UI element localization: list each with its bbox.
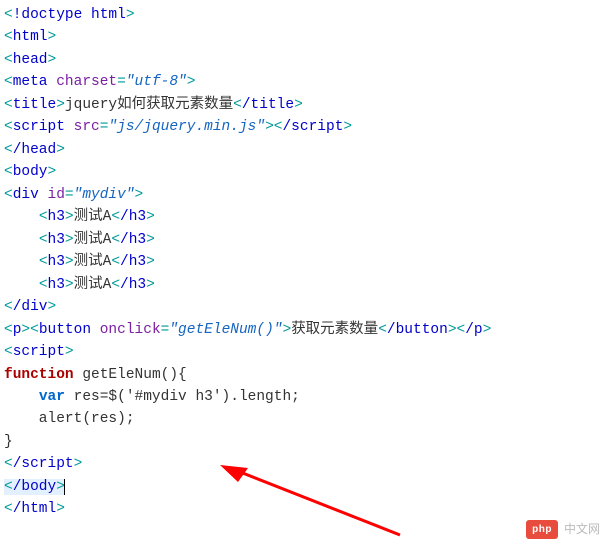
code-line: <p><button onclick="getEleNum()">获取元素数量<… [4,319,606,341]
tag-h3-open: h3 [48,254,65,270]
attr-onclick: onclick [100,322,161,338]
code-line: <body> [4,161,606,183]
code-line: <h3>测试A</h3> [4,251,606,273]
tag-h3-close: /h3 [120,277,146,293]
h3-text: 测试A [74,209,112,225]
code-line: <script src="js/jquery.min.js"></script> [4,116,606,138]
code-line: <meta charset="utf-8"> [4,71,606,93]
tag-body-open: body [13,164,48,180]
code-line: <!doctype html> [4,4,606,26]
tag-h3-close: /h3 [120,232,146,248]
attr-charset: charset [56,74,117,90]
function-name: getEleNum(){ [74,367,187,383]
keyword-function: function [4,367,74,383]
tag-script-close: /script [13,456,74,472]
tag-p-close: /p [465,322,482,338]
tag-h3-open: h3 [48,232,65,248]
tag-head-open: head [13,52,48,68]
tag-title-open: title [13,97,57,113]
tag-div-open: div [13,187,39,203]
code-line-active: </body> [4,476,606,498]
tag-button-close: /button [387,322,448,338]
h3-text: 测试A [74,232,112,248]
code-line: function getEleNum(){ [4,364,606,386]
attr-src: src [74,119,100,135]
code-line: <h3>测试A</h3> [4,274,606,296]
tag-h3-open: h3 [48,277,65,293]
tag-h3-close: /h3 [120,254,146,270]
code-line: <html> [4,26,606,48]
val-charset: "utf-8" [126,74,187,90]
button-text: 获取元素数量 [291,322,378,338]
code-line: <h3>测试A</h3> [4,229,606,251]
val-id: "mydiv" [74,187,135,203]
code-line: <script> [4,341,606,363]
tag-html-open: html [13,29,48,45]
var-assignment: res=$('#mydiv h3').length; [65,389,300,405]
code-line: </head> [4,139,606,161]
code-line: </script> [4,453,606,475]
tag-script-open: script [13,344,65,360]
code-line: <title>jquery如何获取元素数量</title> [4,94,606,116]
tag-button-open: button [39,322,91,338]
tag-html-close: /html [13,501,57,517]
tag-div-close: /div [13,299,48,315]
doctype: !doctype html [13,7,126,23]
watermark: php 中文网 [526,520,600,540]
code-line: <head> [4,49,606,71]
code-line: var res=$('#mydiv h3').length; [4,386,606,408]
tag-meta: meta [13,74,48,90]
tag-title-close: /title [242,97,294,113]
tag-h3-close: /h3 [120,209,146,225]
watermark-text: 中文网 [564,520,600,539]
code-line: <h3>测试A</h3> [4,206,606,228]
h3-text: 测试A [74,254,112,270]
tag-body-close: /body [13,479,57,495]
code-line: </html> [4,498,606,520]
tag-script-open: script [13,119,65,135]
code-line: </div> [4,296,606,318]
code-line: <div id="mydiv"> [4,184,606,206]
watermark-badge: php [526,520,558,540]
val-src: "js/jquery.min.js" [108,119,265,135]
title-text: jquery如何获取元素数量 [65,97,233,113]
tag-script-close: /script [282,119,343,135]
attr-id: id [48,187,65,203]
keyword-var: var [39,389,65,405]
h3-text: 测试A [74,277,112,293]
val-onclick: "getEleNum()" [169,322,282,338]
tag-h3-open: h3 [48,209,65,225]
code-line: alert(res); [4,408,606,430]
code-line: } [4,431,606,453]
text-cursor [64,479,65,495]
tag-head-close: /head [13,142,57,158]
